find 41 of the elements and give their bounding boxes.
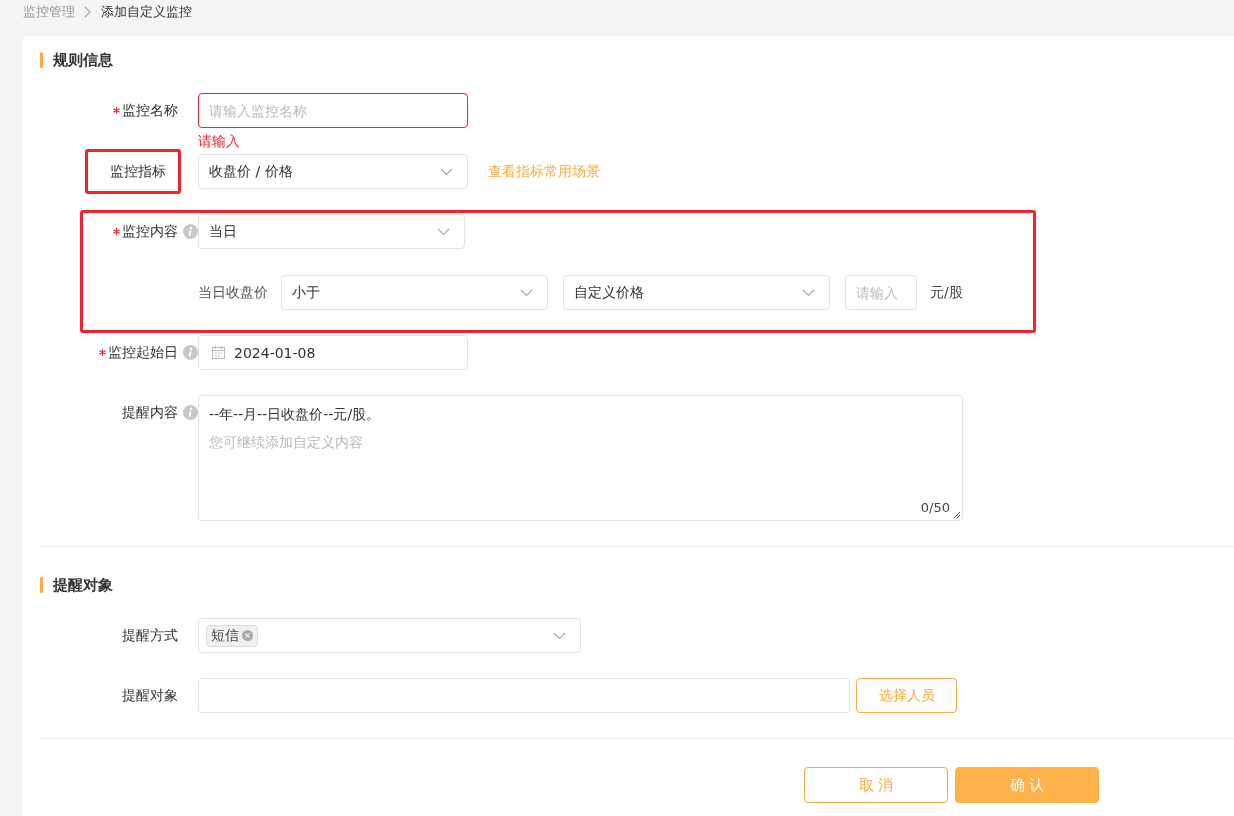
calendar-icon xyxy=(212,346,225,359)
recipient-input[interactable] xyxy=(198,678,850,713)
tag-chip: 短信 xyxy=(206,624,258,647)
chevron-down-icon xyxy=(440,167,453,176)
condition-label: 当日收盘价 xyxy=(198,283,268,302)
breadcrumb-current: 添加自定义监控 xyxy=(101,3,192,21)
info-icon[interactable] xyxy=(183,405,198,420)
field-label: 监控内容 xyxy=(106,214,181,249)
character-counter: 0/50 xyxy=(920,500,950,515)
chevron-down-icon xyxy=(802,288,815,297)
error-message: 请输入 xyxy=(198,132,241,148)
info-icon[interactable] xyxy=(183,224,198,239)
info-icon[interactable] xyxy=(183,345,198,360)
select-field[interactable]: 当日 xyxy=(198,214,465,249)
field-label: 监控名称 xyxy=(106,93,181,128)
name-input[interactable]: 请输入监控名称 xyxy=(198,93,468,128)
field-label: 提醒对象 xyxy=(121,685,179,705)
chevron-right-icon xyxy=(84,6,92,18)
section-title: 规则信息 xyxy=(53,50,113,70)
field-label: 提醒方式 xyxy=(121,625,179,645)
message-textarea[interactable]: --年--月--日收盘价--元/股。 您可继续添加自定义内容 0/50 xyxy=(198,395,963,521)
chevron-down-icon xyxy=(437,227,450,236)
close-icon[interactable] xyxy=(242,630,253,641)
highlighted-label: 监控指标 xyxy=(85,149,181,194)
chevron-down-icon xyxy=(520,288,533,297)
field-label: 监控起始日 xyxy=(92,335,181,370)
section-marker xyxy=(40,52,43,68)
field-label: 提醒内容 xyxy=(121,402,179,422)
select-field[interactable]: 小于 xyxy=(281,275,548,310)
section-title: 提醒对象 xyxy=(53,575,113,595)
message-text: --年--月--日收盘价--元/股。 xyxy=(209,405,382,424)
chevron-down-icon xyxy=(553,631,566,640)
multi-select-field[interactable]: 短信 xyxy=(198,618,581,653)
resize-handle-icon[interactable] xyxy=(953,511,960,518)
textarea-placeholder: 您可继续添加自定义内容 xyxy=(209,433,364,452)
amount-input[interactable]: 请输入 xyxy=(845,275,917,310)
section-marker xyxy=(40,577,43,593)
date-field[interactable]: 2024-01-08 xyxy=(198,335,468,370)
select-field[interactable]: 收盘价 / 价格 xyxy=(198,154,468,189)
unit-label: 元/股 xyxy=(930,283,963,302)
select-field[interactable]: 自定义价格 xyxy=(563,275,830,310)
